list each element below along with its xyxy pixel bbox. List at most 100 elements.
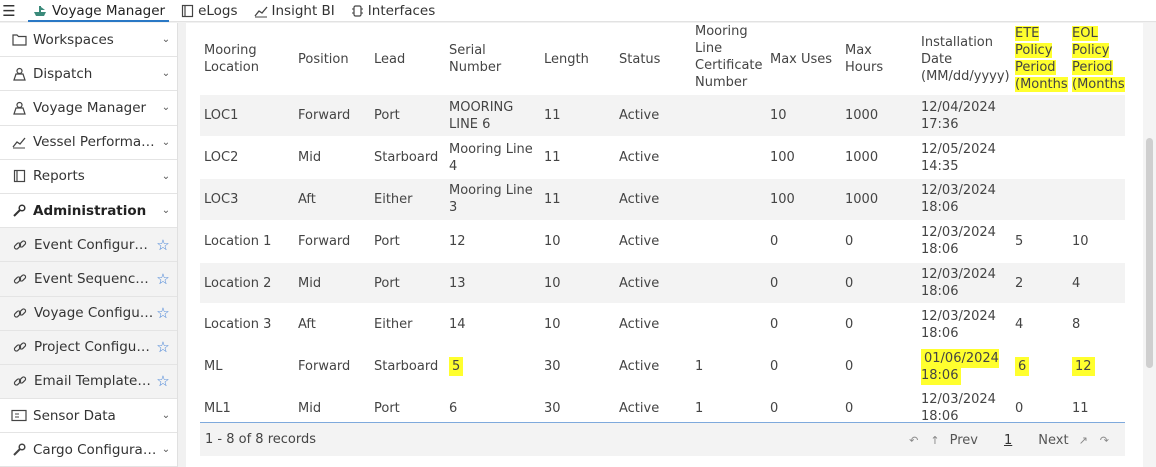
record-count: 1 - 8 of 8 records — [205, 432, 316, 447]
cell-value: 1000 — [845, 108, 879, 124]
table-cell: 100 — [766, 136, 841, 180]
table-cell: 13 — [445, 262, 540, 305]
table-cell: 11 — [540, 95, 615, 138]
column-header[interactable]: Installation Date (MM/dd/yyyy) — [917, 23, 1011, 95]
sidebar-item-email-template-configuration[interactable]: Email Template Configuration ☆ — [0, 364, 177, 400]
cell-value: 0 — [845, 275, 854, 291]
cell-value: 12/05/2024 14:35 — [921, 141, 996, 174]
cell-value: Port — [374, 275, 400, 291]
tab-voyage-manager[interactable]: Voyage Manager — [26, 0, 175, 22]
sidebar-item-vessel-performance[interactable]: Vessel Performance ⌄ — [0, 125, 177, 160]
column-header[interactable]: Mooring Line Certificate Number — [691, 23, 766, 95]
sidebar-item-cargo-configuration[interactable]: Cargo Configuration ⌄ — [0, 433, 177, 467]
prev-arrow-icon[interactable]: ↑ — [930, 434, 939, 447]
cell-value: Mid — [298, 275, 322, 291]
column-header[interactable]: Length — [540, 23, 615, 95]
sidebar-item-label: Sensor Data — [33, 407, 116, 424]
table-cell: 2 — [1011, 262, 1068, 305]
current-page[interactable]: 1 — [1004, 433, 1012, 448]
wrench-icon — [11, 203, 27, 219]
sidebar-item-label: Email Template Configuration — [34, 373, 155, 390]
table-cell: 1 — [691, 345, 766, 389]
table-cell: 0 — [841, 345, 917, 389]
sidebar-item-event-configuration[interactable]: Event Configuration ☆ — [0, 228, 177, 263]
chevron-down-icon: ⌄ — [161, 410, 171, 422]
chart-icon — [11, 134, 27, 150]
table-row[interactable]: LOC3 Aft Either Mooring Line 3 11 Active 100 10… — [200, 178, 1125, 221]
sidebar-item-administration[interactable]: Administration ⌄ — [0, 193, 177, 229]
cell-value: 10 — [770, 108, 787, 124]
table-row[interactable]: ML Forward Starboard 5 30 Active 1 0 0 01/06/2024… — [200, 345, 1125, 389]
cell-value: Location 1 — [204, 233, 272, 249]
star-icon[interactable]: ☆ — [155, 236, 171, 254]
column-header[interactable]: Max Uses — [766, 23, 841, 95]
next-arrow-icon[interactable]: ↗ — [1079, 434, 1088, 447]
cell-value: 0 — [770, 359, 779, 375]
table-cell: 0 — [766, 262, 841, 305]
sidebar-item-dispatch[interactable]: Dispatch ⌄ — [0, 57, 177, 92]
cell-value: Active — [619, 275, 660, 291]
table-row[interactable]: LOC1 Forward Port MOORING LINE 6 11 Active 10 1… — [200, 95, 1125, 138]
table-cell: MOORING LINE 6 — [445, 95, 540, 138]
column-header[interactable]: Max Hours — [841, 23, 917, 95]
cell-value: Active — [619, 317, 660, 333]
table-cell: Aft — [294, 178, 370, 221]
sidebar-item-voyage-manager[interactable]: Voyage Manager ⌄ — [0, 91, 177, 126]
tab-insight-bi[interactable]: Insight BI — [248, 0, 345, 22]
star-icon[interactable]: ☆ — [155, 372, 171, 390]
tab-elogs[interactable]: eLogs — [175, 0, 247, 22]
top-tab-bar: ☰ Voyage Manager eLogs Insight BI Interf… — [0, 0, 1156, 22]
table-cell — [691, 136, 766, 180]
scrollbar-thumb[interactable] — [1146, 138, 1153, 368]
table-row[interactable]: Location 3 Aft Either 14 10 Active 0 0 12/03/202… — [200, 303, 1125, 347]
column-header[interactable]: Status — [615, 23, 691, 95]
cell-value: 12/03/2024 18:06 — [921, 392, 996, 425]
table-cell: 10 — [540, 220, 615, 263]
table-row[interactable]: LOC2 Mid Starboard Mooring Line 4 11 Active 10… — [200, 136, 1125, 180]
column-header[interactable]: Position — [294, 23, 370, 95]
cell-value: ML1 — [204, 400, 231, 416]
column-header[interactable]: EOL Policy Period (Months) — [1068, 23, 1125, 95]
first-page-icon[interactable]: ↶ — [909, 434, 918, 447]
sidebar-item-reports[interactable]: Reports ⌄ — [0, 159, 177, 194]
cell-value: Mid — [298, 150, 322, 166]
column-header[interactable]: Mooring Location — [200, 23, 294, 95]
chevron-down-icon: ⌄ — [161, 205, 171, 217]
table-cell: 0 — [766, 303, 841, 347]
table-cell: 5 — [445, 345, 540, 389]
cell-value: Either — [374, 191, 413, 207]
sidebar-item-label: Vessel Performance — [33, 134, 161, 151]
column-header[interactable]: ETE Policy Period (Months) — [1011, 23, 1068, 95]
sidebar-item-voyage-configuration[interactable]: Voyage Configuration ☆ — [0, 296, 177, 331]
cell-value: 1000 — [845, 150, 879, 166]
chevron-down-icon: ⌄ — [161, 34, 171, 46]
table-row[interactable]: Location 1 Forward Port 12 10 Active 0 0 12/03/2… — [200, 220, 1125, 263]
sidebar-item-workspaces[interactable]: Workspaces ⌄ — [0, 23, 177, 58]
cell-value: Active — [619, 233, 660, 249]
tab-interfaces[interactable]: Interfaces — [345, 0, 445, 22]
sidebar-item-sensor-data[interactable]: Sensor Data ⌄ — [0, 399, 177, 434]
link-icon — [12, 237, 28, 253]
table-row[interactable]: Location 2 Mid Port 13 10 Active 0 0 12/03/2024 … — [200, 262, 1125, 305]
star-icon[interactable]: ☆ — [155, 304, 171, 322]
chart-icon — [254, 6, 268, 17]
star-icon[interactable]: ☆ — [155, 270, 171, 288]
last-page-icon[interactable]: ↷ — [1100, 434, 1109, 447]
column-header[interactable]: Lead — [370, 23, 445, 95]
star-icon[interactable]: ☆ — [155, 338, 171, 356]
sidebar-item-project-configuration[interactable]: Project Configuration ☆ — [0, 330, 177, 365]
table-cell: 11 — [540, 136, 615, 180]
cell-value: 1 — [695, 359, 704, 375]
prev-page-button[interactable]: Prev — [950, 433, 978, 448]
table-cell: 0 — [766, 345, 841, 389]
hamburger-menu-icon[interactable]: ☰ — [0, 0, 18, 22]
table-cell: Active — [615, 220, 691, 263]
cell-value: 12 — [449, 233, 466, 249]
cell-value: 13 — [449, 275, 466, 291]
sidebar-item-event-sequence-configuration[interactable]: Event Sequence Configuration ☆ — [0, 262, 177, 297]
column-header[interactable]: Serial Number — [445, 23, 540, 95]
table-cell — [691, 178, 766, 221]
next-page-button[interactable]: Next — [1038, 433, 1068, 448]
cell-value: Either — [374, 317, 413, 333]
cell-value: 12/03/2024 18:06 — [921, 267, 996, 300]
